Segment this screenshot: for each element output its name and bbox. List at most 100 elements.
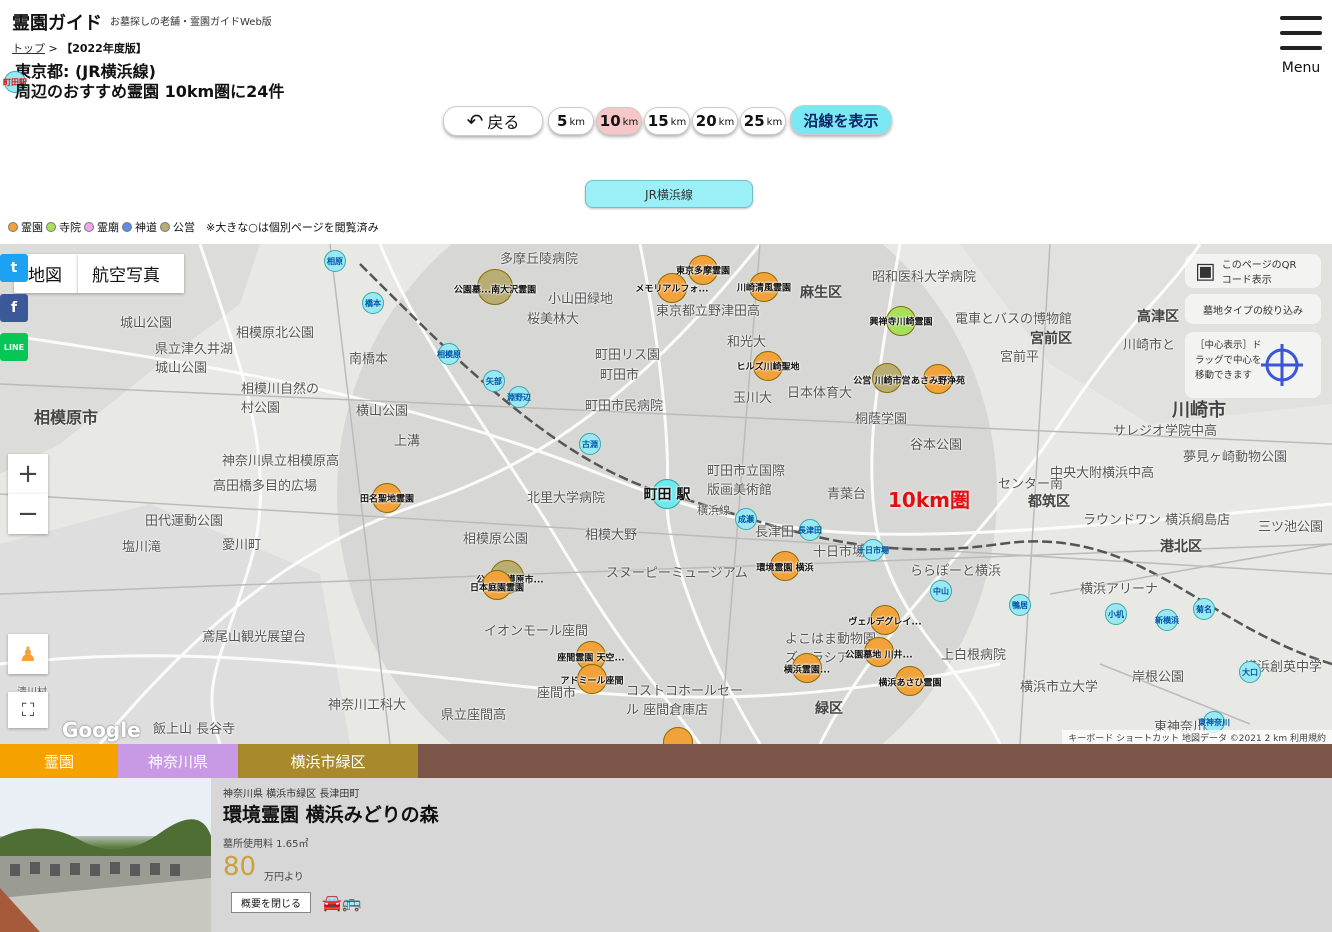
tab-reien[interactable]: 霊園 (0, 744, 118, 778)
map-place-label: 中央大附横浜中高 (1050, 466, 1155, 481)
station-marker[interactable]: 鴨居 (1009, 594, 1031, 616)
jr-yokohama-line-button[interactable]: JR横浜線 (585, 180, 753, 208)
map-city-label: 川崎市 (1172, 400, 1226, 421)
close-summary-button[interactable]: 概要を閉じる (231, 892, 311, 913)
map-place-label: 谷本公園 (910, 438, 963, 453)
cemetery-address: 神奈川県 横浜市緑区 長津田町 (223, 789, 360, 800)
station-marker[interactable]: 大口 (1239, 661, 1261, 683)
map-place-label: 上溝 (394, 434, 421, 449)
map-place-label: 昭和医科大学病院 (872, 270, 977, 285)
map-place-label: 北里大学病院 (527, 491, 606, 506)
tab-prefecture[interactable]: 神奈川県 (118, 744, 238, 778)
station-marker[interactable]: 橋本 (362, 292, 384, 314)
station-marker[interactable]: 十日市場 (857, 539, 889, 561)
station-marker[interactable]: 矢部 (483, 370, 505, 392)
radius-15km-button[interactable]: 15 km (644, 107, 690, 135)
cemetery-label: 横浜あさひ霊園 (878, 678, 942, 689)
radius-unit: km (670, 117, 687, 128)
twitter-icon[interactable]: t (0, 254, 28, 282)
map-place-label: 横浜アリーナ (1080, 582, 1159, 597)
map-place-label: 飯上山 長谷寺 (153, 722, 236, 737)
center-display-panel[interactable]: ［中心表示］ドラッグで中心を移動できます (1185, 332, 1321, 398)
breadcrumb: トップ > 【2022年度版】 (12, 40, 147, 56)
map-place-label: ラウンドワン 横浜綱島店 (1083, 513, 1231, 528)
map-place-label: 神奈川工科大 (328, 698, 407, 713)
facebook-icon[interactable]: f (0, 294, 28, 322)
tab-ward[interactable]: 横浜市緑区 (238, 744, 418, 778)
map-city-label: 麻生区 (800, 285, 842, 301)
map-place-label: 相模原北公園 (236, 326, 315, 341)
station-marker[interactable]: 成瀬 (735, 508, 757, 530)
map-place-label: 青葉台 (827, 487, 867, 502)
map-place-label: 高田橋多目的広場 (213, 479, 318, 494)
zoom-in-button[interactable]: + (8, 454, 48, 494)
map-attribution: キーボード ショートカット 地図データ ©2021 2 km 利用規約 (1062, 730, 1332, 744)
map-place-label: 川崎市と (1123, 338, 1176, 353)
map[interactable]: 多摩丘陵病院 小山田緑地 桜美林大 城山公園 相模原北公園 県立津久井湖城山公園… (0, 244, 1332, 744)
station-marker[interactable]: 菊名 (1193, 598, 1215, 620)
cemetery-label: 田名聖地霊園 (359, 494, 415, 505)
station-marker[interactable]: 小机 (1105, 603, 1127, 625)
map-place-label: 田代運動公園 (145, 514, 224, 529)
site-title[interactable]: 霊園ガイド (12, 9, 102, 35)
show-line-button[interactable]: 沿線を表示 (790, 105, 892, 135)
breadcrumb-home-link[interactable]: トップ (12, 42, 45, 55)
price-unit: 万円より (264, 872, 304, 883)
station-marker[interactable]: 長津田 (798, 519, 822, 541)
station-marker[interactable]: 新横浜 (1155, 609, 1179, 631)
map-place-label: 横山公園 (356, 404, 409, 419)
map-place-label: 桜美林大 (527, 312, 580, 327)
station-marker[interactable]: 淵野辺 (507, 386, 531, 408)
map-type-aerial-button[interactable]: 航空写真 (78, 254, 184, 293)
cemetery-label: 川崎清風霊園 (736, 283, 792, 294)
station-marker[interactable]: 中山 (930, 580, 952, 602)
cemetery-label: あさみ野浄苑 (910, 376, 966, 387)
cemetery-label: 公園墓...南大沢霊園 (453, 285, 537, 296)
radius-unit: km (569, 117, 585, 128)
street-view-pegman-icon[interactable]: ♟ (8, 634, 48, 674)
legend-dot-jiin (46, 222, 56, 232)
map-place-label: 鳶尾山観光展望台 (202, 630, 307, 645)
station-marker[interactable]: 古淵 (579, 433, 601, 455)
radius-value: 5 (557, 112, 568, 130)
map-place-label: 愛川町 (222, 538, 262, 553)
legend-label: 霊廟 (97, 221, 119, 234)
map-place-label: 県立座間高 (441, 708, 507, 723)
radius-label: 10km圏 (888, 488, 970, 512)
cemetery-label: 日本庭園霊園 (469, 583, 525, 594)
legend: 霊園 寺院 霊廟 神道 公営 ※大きな○は個別ページを閲覧済み (8, 219, 379, 235)
back-button[interactable]: ↶ 戻る (443, 106, 543, 136)
map-place-label: 町田市民病院 (585, 399, 664, 414)
radius-value: 25 (743, 112, 765, 130)
radius-5km-button[interactable]: 5 km (548, 107, 594, 135)
hamburger-bar (1280, 31, 1322, 35)
map-place-label: 岸根公園 (1132, 670, 1185, 685)
cemetery-label: メモリアルフォ... (635, 284, 709, 295)
legend-note: ※大きな○は個別ページを閲覧済み (206, 221, 379, 234)
fullscreen-icon[interactable]: ⛶ (8, 692, 48, 728)
cemetery-label: 興禅寺川崎霊園 (869, 317, 933, 328)
legend-label: 寺院 (59, 221, 81, 234)
station-marker[interactable]: 相模原 (437, 343, 461, 365)
line-icon[interactable]: LINE (0, 333, 28, 361)
map-city-label: 港北区 (1160, 539, 1202, 555)
map-city-label: 相模原市 (34, 408, 99, 427)
cemetery-detail-card: 神奈川県 横浜市緑区 長津田町 環境霊園 横浜みどりの森 墓所使用料 1.65㎡… (0, 778, 1332, 932)
radius-unit: km (622, 117, 639, 128)
radius-10km-button[interactable]: 10 km (596, 107, 642, 135)
qr-code-button[interactable]: ▣ このページのQRコード表示 (1185, 254, 1321, 288)
map-place-label: 電車とバスの博物館 (955, 312, 1073, 327)
hamburger-bar (1280, 46, 1322, 50)
cemetery-label: ヒルズ川崎聖地 (736, 362, 800, 373)
menu-button[interactable]: Menu (1278, 14, 1324, 76)
zoom-out-button[interactable]: − (8, 494, 48, 534)
map-place-label: 南橋本 (349, 352, 389, 367)
radius-20km-button[interactable]: 20 km (692, 107, 738, 135)
filter-button[interactable]: 墓地タイプの絞り込み (1185, 294, 1321, 324)
map-place-label: 町田市 (600, 368, 640, 383)
google-logo: Google (62, 718, 141, 742)
radius-25km-button[interactable]: 25 km (740, 107, 786, 135)
station-marker[interactable]: 相原 (324, 250, 346, 272)
cemetery-name[interactable]: 環境霊園 横浜みどりの森 (223, 800, 439, 827)
category-tabs: 霊園 神奈川県 横浜市緑区 (0, 744, 1332, 778)
